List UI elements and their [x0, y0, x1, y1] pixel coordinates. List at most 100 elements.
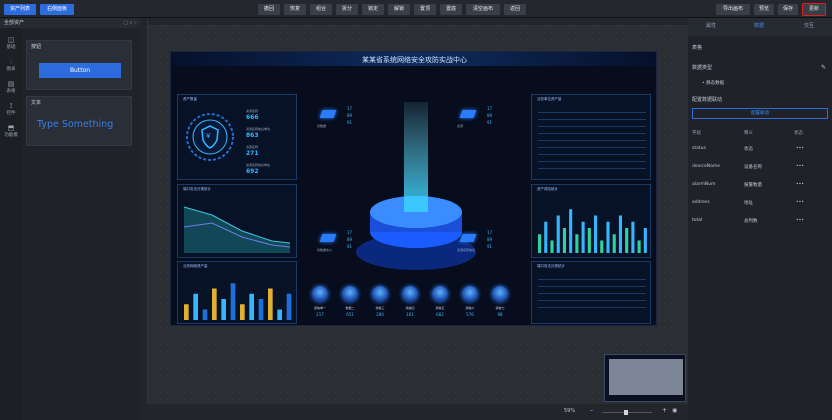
- chart-bar: [544, 221, 548, 253]
- toolbar-button[interactable]: 锁定: [362, 4, 384, 15]
- node-icon: [459, 234, 477, 242]
- right-panel-button[interactable]: 右侧面板: [40, 4, 74, 15]
- category-label: 控件: [6, 111, 16, 116]
- static-data-option[interactable]: • 静态数据: [702, 80, 724, 86]
- chart-bar: [618, 215, 622, 253]
- asset-label: 资源名称: [246, 145, 259, 149]
- export-canvas-button[interactable]: 导出画布: [716, 4, 750, 15]
- panel-title: 端口攻击分类统计: [183, 187, 211, 191]
- field-status-menu[interactable]: •••: [796, 146, 804, 151]
- chart-bar: [202, 309, 208, 320]
- station-icon: [492, 286, 508, 302]
- field-row[interactable]: status 状态 •••: [692, 146, 828, 156]
- chart-bar: [221, 299, 226, 320]
- view-toggle-icon[interactable]: ◉: [672, 407, 677, 414]
- asset-risk-panel: 资产风险统计: [531, 184, 651, 258]
- field-status-menu[interactable]: •••: [796, 200, 804, 205]
- field-key: deviceName: [692, 164, 721, 169]
- chart-bar: [249, 293, 254, 320]
- network-asset-panel: 业务网络资产量: [177, 261, 297, 324]
- zoom-slider-handle[interactable]: [624, 410, 628, 415]
- zoom-in-button[interactable]: +: [662, 407, 667, 414]
- chart-bar: [268, 288, 273, 320]
- text-asset-card[interactable]: 文本 Type Something: [26, 96, 132, 146]
- chart-bar: [612, 234, 616, 253]
- asset-list-button[interactable]: 资产列表: [4, 4, 36, 15]
- chart-bar: [193, 293, 198, 320]
- field-row[interactable]: deviceName 设备名称 •••: [692, 164, 828, 174]
- port-attack-panel: 端口攻击分类统计: [177, 184, 297, 258]
- field-status-menu[interactable]: •••: [796, 218, 804, 223]
- field-meaning: 设备名称: [744, 165, 762, 170]
- table-row: [538, 156, 646, 162]
- chart-bar: [606, 221, 610, 253]
- node-icon: [319, 110, 337, 118]
- tab-data[interactable]: 数据: [754, 22, 764, 29]
- toolbar-button[interactable]: 撤回: [258, 4, 280, 15]
- node-label: 资源: [457, 124, 464, 128]
- table-row: [538, 107, 646, 113]
- panel-title: 资产数量: [183, 97, 197, 101]
- field-row[interactable]: total 总判数 •••: [692, 218, 828, 228]
- dashboard-screen[interactable]: 某某省系统网络安全攻防实战中心 资产数量 ¥ 资源名称 666 资源名称信息单位 86…: [170, 51, 657, 326]
- field-status-menu[interactable]: •••: [796, 164, 804, 169]
- node-stat: 89: [347, 113, 353, 118]
- toolbar-button[interactable]: 返回: [504, 4, 526, 15]
- area-chart: [183, 206, 291, 253]
- panel-title: 业务单位资产量: [537, 97, 562, 101]
- minimap[interactable]: [604, 354, 686, 402]
- field-row[interactable]: address 地址 •••: [692, 200, 828, 210]
- asset-label: 资源名称信息单位: [246, 163, 271, 167]
- bar-chart-left: [184, 283, 292, 320]
- table-row: [538, 274, 646, 280]
- table-row: [538, 302, 646, 308]
- station-item: 通信单一 217: [309, 286, 331, 325]
- category-4[interactable]: ⬒ 功能模: [2, 124, 20, 138]
- field-status-menu[interactable]: •••: [796, 182, 804, 187]
- field-meaning: 报警数量: [744, 183, 762, 188]
- chart-bar: [556, 215, 560, 253]
- category-1[interactable]: ⫶ 图表: [2, 58, 20, 72]
- category-0[interactable]: ◫ 基础: [2, 36, 20, 50]
- station-label: 通信三: [375, 306, 385, 310]
- chart-bar: [587, 228, 591, 253]
- card-title: 文本: [31, 100, 42, 106]
- toolbar-button[interactable]: 清空画布: [466, 4, 500, 15]
- edit-icon[interactable]: ✎: [821, 64, 826, 71]
- asset-label: 资源名称信息单位: [246, 127, 271, 131]
- field-row[interactable]: alarmNum 报警数量 •••: [692, 182, 828, 192]
- toolbar-button[interactable]: 组合: [310, 4, 332, 15]
- chart-bar: [569, 209, 573, 253]
- center-hologram: [356, 102, 476, 270]
- toolbar-button[interactable]: 置底: [440, 4, 462, 15]
- configure-linkage-button[interactable]: 配置联动: [692, 108, 828, 119]
- station-label: 通信六: [465, 306, 475, 310]
- toolbar-button[interactable]: 置顶: [414, 4, 436, 15]
- minimap-viewport: [609, 359, 683, 395]
- zoom-out-button[interactable]: –: [590, 407, 593, 414]
- asset-value: 666: [246, 114, 259, 121]
- card-title: 按钮: [31, 44, 42, 50]
- station-item: 通信四 161: [399, 286, 421, 325]
- panel-tools-icon[interactable]: ▢ ⌕ ‹: [123, 18, 136, 28]
- tab-interaction[interactable]: 交互: [804, 22, 814, 29]
- tab-attributes[interactable]: 属性: [706, 22, 716, 29]
- node-icon: [459, 110, 477, 118]
- chart-bar: [240, 304, 245, 320]
- toolbar-button[interactable]: 恢复: [284, 4, 306, 15]
- category-label: 图表: [6, 67, 16, 72]
- asset-value: 692: [246, 168, 259, 175]
- button-asset-card[interactable]: 按钮 Button: [26, 40, 132, 90]
- category-2[interactable]: ▤ 表格: [2, 80, 20, 94]
- field-key: alarmNum: [692, 182, 716, 187]
- toolbar-button[interactable]: 拆分: [336, 4, 358, 15]
- station-icon: [462, 286, 478, 302]
- toolbar-button[interactable]: 解锁: [388, 4, 410, 15]
- station-icon: [432, 286, 448, 302]
- station-value: 217: [316, 312, 324, 317]
- node-stat: 17: [487, 230, 493, 235]
- category-3[interactable]: ⟟ 控件: [2, 102, 20, 116]
- chart-bar: [631, 221, 635, 253]
- station-label: 通信单一: [313, 306, 326, 310]
- node-label: 省数据: [317, 124, 327, 128]
